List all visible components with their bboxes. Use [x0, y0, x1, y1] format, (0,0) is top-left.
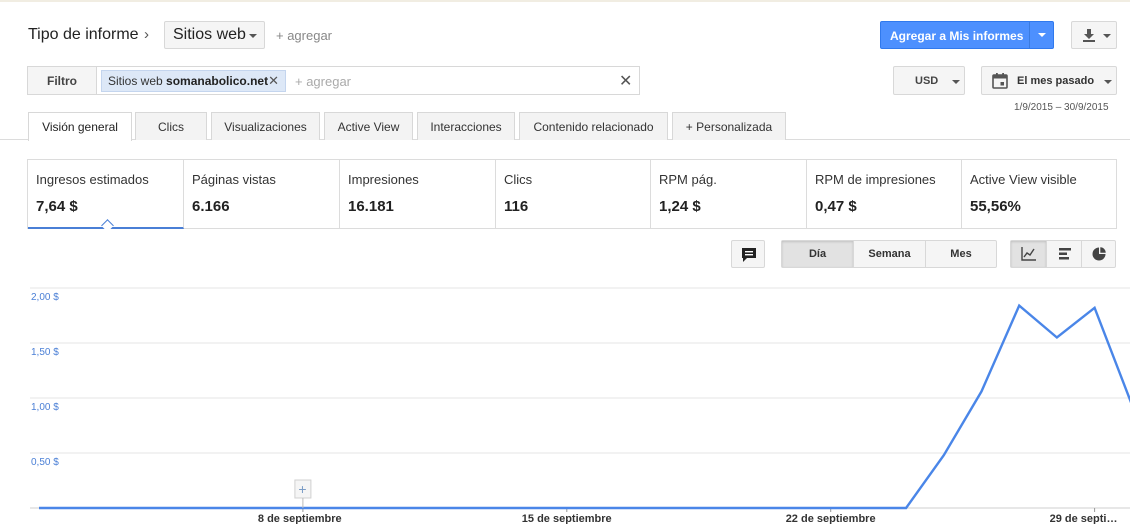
- report-dimension-label: Sitios web: [173, 26, 246, 43]
- metric-clicks[interactable]: Clics 116: [496, 160, 651, 228]
- tab-related-content[interactable]: Contenido relacionado: [519, 112, 668, 140]
- y-tick-label: 1,00 $: [31, 402, 59, 413]
- tab-interactions[interactable]: Interacciones: [417, 112, 515, 140]
- metric-value: 55,56%: [970, 198, 1021, 215]
- close-icon[interactable]: ✕: [268, 73, 279, 89]
- filter-chip[interactable]: Sitios web somanabolico.net ✕: [101, 70, 286, 92]
- x-tick-label: 15 de septiembre: [522, 513, 612, 524]
- add-to-my-reports-label: Agregar a Mis informes: [890, 29, 1024, 43]
- metric-value: 116: [504, 198, 529, 215]
- currency-dropdown[interactable]: USD: [893, 66, 965, 95]
- add-to-my-reports-button[interactable]: Agregar a Mis informes: [880, 21, 1054, 49]
- metric-label: RPM pág.: [659, 172, 717, 187]
- metric-active-view-viewable[interactable]: Active View visible 55,56%: [962, 160, 1116, 228]
- metric-page-rpm[interactable]: RPM pág. 1,24 $: [651, 160, 807, 228]
- tab-overview[interactable]: Visión general: [28, 112, 132, 141]
- active-indicator: [101, 219, 114, 232]
- button-divider: [1029, 22, 1030, 48]
- filter-input[interactable]: Sitios web somanabolico.net ✕ + agregar …: [97, 66, 640, 95]
- tab-clicks[interactable]: Clics: [135, 112, 207, 140]
- line-chart-icon: [1021, 247, 1036, 261]
- date-range-dropdown[interactable]: El mes pasado: [981, 66, 1117, 95]
- bar-chart-icon: [1059, 248, 1071, 260]
- comment-icon: [742, 248, 756, 262]
- y-tick-label: 1,50 $: [31, 347, 59, 358]
- series-line: [39, 303, 1130, 510]
- date-range-label: El mes pasado: [1017, 75, 1095, 87]
- tab-views[interactable]: Visualizaciones: [211, 112, 320, 140]
- period-day-button[interactable]: Día: [782, 241, 853, 267]
- metric-value: 7,64 $: [36, 198, 78, 215]
- metric-value: 6.166: [192, 198, 230, 215]
- filter-button[interactable]: Filtro: [27, 66, 97, 95]
- metric-estimated-earnings[interactable]: Ingresos estimados 7,64 $: [28, 160, 184, 232]
- x-tick-label: 8 de septiembre: [258, 513, 342, 524]
- metric-value: 16.181: [348, 198, 394, 215]
- metric-label: Ingresos estimados: [36, 172, 149, 187]
- metric-value: 0,47 $: [815, 198, 857, 215]
- chevron-right-icon: ›: [144, 26, 149, 43]
- chevron-down-icon: [249, 34, 257, 38]
- date-range-dates: 1/9/2015 – 30/9/2015: [1014, 102, 1109, 113]
- period-month-button[interactable]: Mes: [925, 241, 996, 267]
- bar-chart-view-button[interactable]: [1046, 241, 1081, 267]
- metric-page-views[interactable]: Páginas vistas 6.166: [184, 160, 340, 228]
- chevron-down-icon[interactable]: [1038, 33, 1046, 37]
- filter-chip-value: somanabolico.net: [166, 74, 269, 88]
- chevron-down-icon: [952, 80, 960, 84]
- earnings-line-chart: 2,00 $ 1,50 $ 1,00 $ 0,50 $ 8 de septiembre 1…: [30, 287, 1130, 524]
- metric-label: Impresiones: [348, 172, 419, 187]
- download-icon: [1083, 29, 1095, 42]
- metric-label: Clics: [504, 172, 533, 187]
- metric-label: Páginas vistas: [192, 172, 276, 187]
- annotation-button[interactable]: [731, 240, 765, 268]
- metric-impressions[interactable]: Impresiones 16.181: [340, 160, 496, 228]
- chevron-down-icon: [1103, 34, 1111, 38]
- x-tick-label: 22 de septiembre: [786, 513, 876, 524]
- calendar-icon: [992, 73, 1008, 89]
- report-dimension-dropdown[interactable]: Sitios web: [164, 21, 265, 49]
- report-type-label: Tipo de informe: [28, 26, 139, 43]
- filter-chip-prefix: Sitios web: [108, 74, 163, 88]
- y-tick-label: 2,00 $: [31, 292, 59, 303]
- x-tick-label: 29 de septi…: [1050, 513, 1118, 524]
- period-selector: Día Semana Mes: [781, 240, 997, 268]
- line-chart-view-button[interactable]: [1011, 241, 1046, 267]
- top-border: [0, 0, 1130, 2]
- add-dimension-link[interactable]: + agregar: [276, 28, 332, 43]
- period-week-button[interactable]: Semana: [853, 241, 925, 267]
- tab-active-view[interactable]: Active View: [324, 112, 413, 140]
- currency-value: USD: [915, 75, 939, 87]
- metric-impression-rpm[interactable]: RPM de impresiones 0,47 $: [807, 160, 962, 228]
- pie-chart-view-button[interactable]: [1081, 241, 1116, 267]
- metrics-bar: Ingresos estimados 7,64 $ Páginas vistas…: [27, 159, 1117, 232]
- metric-label: Active View visible: [970, 172, 1077, 187]
- tab-custom[interactable]: + Personalizada: [672, 112, 786, 140]
- metric-value: 1,24 $: [659, 198, 701, 215]
- y-tick-label: 0,50 $: [31, 457, 59, 468]
- chart-type-selector: [1010, 240, 1116, 268]
- clear-filter-icon[interactable]: ✕: [619, 71, 632, 91]
- filter-add-placeholder[interactable]: + agregar: [295, 74, 351, 89]
- metric-label: RPM de impresiones: [815, 172, 936, 187]
- download-button[interactable]: [1071, 21, 1117, 49]
- pie-chart-icon: [1092, 247, 1106, 261]
- add-annotation-icon: +: [298, 481, 306, 497]
- chevron-down-icon: [1104, 80, 1112, 84]
